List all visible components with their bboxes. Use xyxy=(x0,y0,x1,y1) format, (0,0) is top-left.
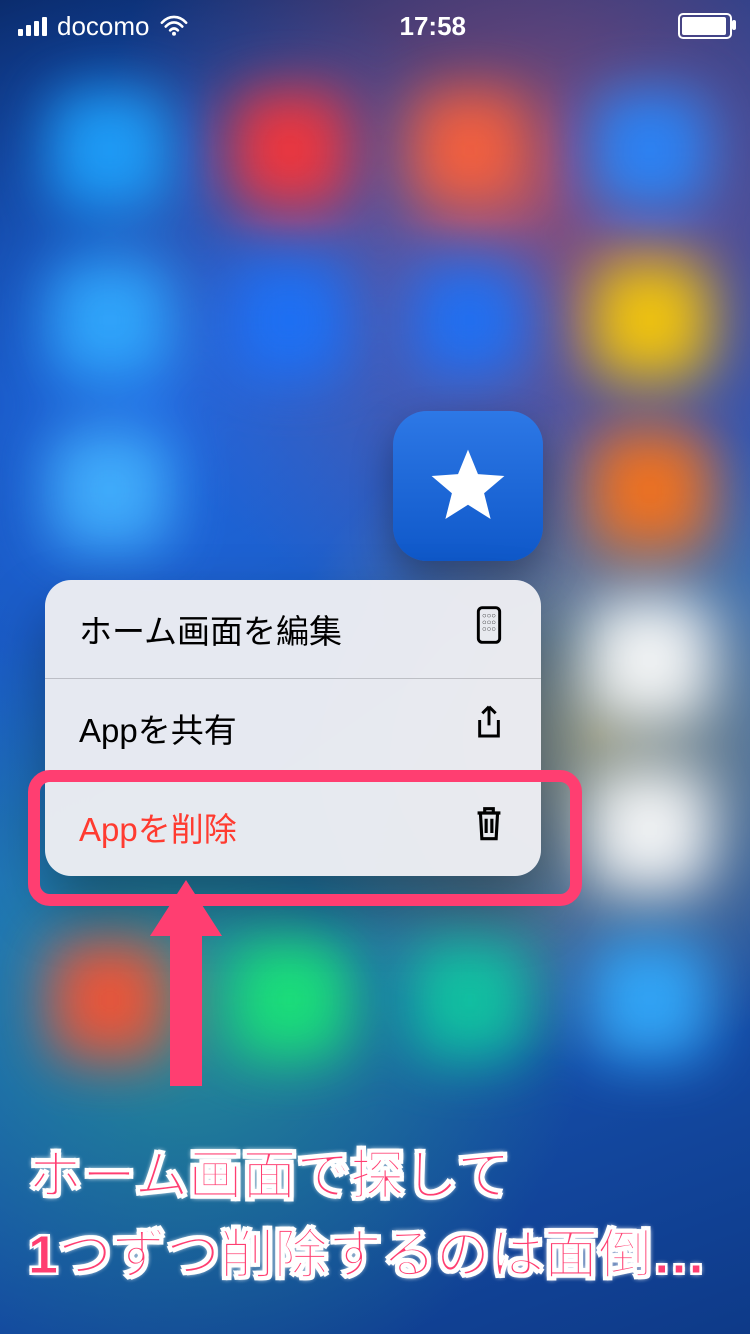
battery-icon xyxy=(678,13,732,39)
menu-item-label: Appを共有 xyxy=(79,704,237,752)
annotation-arrow xyxy=(150,880,222,1086)
menu-item-label: ホーム画面を編集 xyxy=(79,605,342,653)
menu-item-delete-app[interactable]: Appを削除 xyxy=(45,778,541,876)
menu-item-edit-homescreen[interactable]: ホーム画面を編集 xyxy=(45,580,541,678)
carrier-label: docomo xyxy=(57,11,150,42)
star-icon xyxy=(422,440,514,532)
caption-line-2: 1つずつ削除するのは面倒… xyxy=(28,1225,706,1285)
menu-item-share-app[interactable]: Appを共有 xyxy=(45,679,541,777)
homescreen-edit-icon xyxy=(471,605,507,653)
focused-app-icon[interactable] xyxy=(393,411,543,561)
cellular-signal-icon xyxy=(18,16,47,36)
app-context-menu: ホーム画面を編集 Appを共有 Appを削除 xyxy=(45,580,541,876)
annotation-caption: ホーム画面で探して 1つずつ削除するのは面倒… xyxy=(28,1137,730,1294)
ios-home-screen: docomo 17:58 ホーム画面を編集 Appを共有 Ap xyxy=(0,0,750,1334)
share-icon xyxy=(471,704,507,752)
status-bar: docomo 17:58 xyxy=(0,0,750,46)
menu-item-label: Appを削除 xyxy=(79,803,237,851)
trash-icon xyxy=(471,803,507,851)
wifi-icon xyxy=(160,15,188,37)
clock: 17:58 xyxy=(188,11,679,42)
caption-line-1: ホーム画面で探して xyxy=(28,1146,511,1206)
